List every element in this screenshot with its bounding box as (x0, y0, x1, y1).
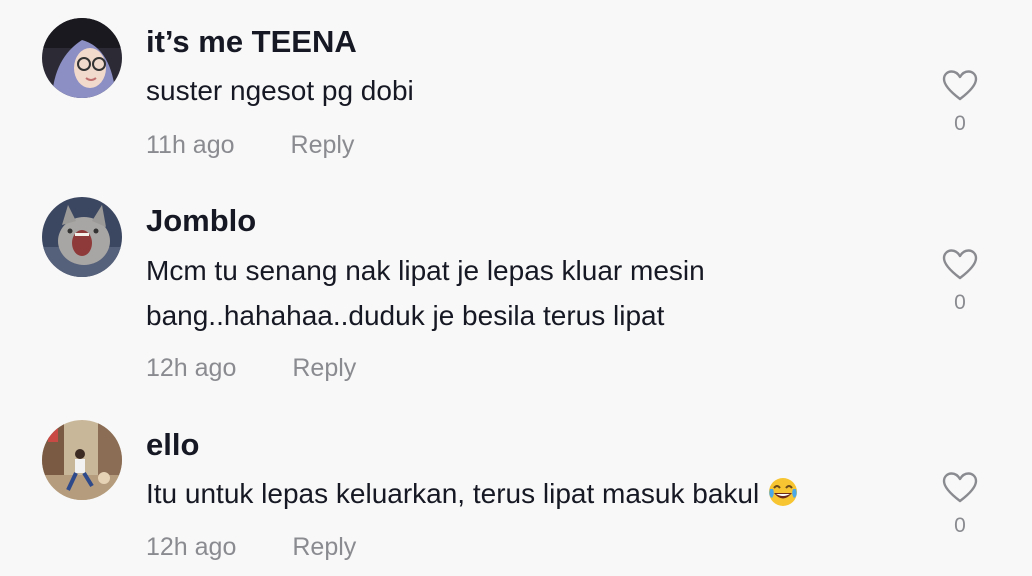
like-count: 0 (954, 112, 966, 135)
reply-button[interactable]: Reply (291, 131, 355, 160)
like-count: 0 (954, 291, 966, 314)
avatar[interactable] (42, 197, 122, 277)
avatar[interactable] (42, 18, 122, 98)
avatar-dancer-icon (42, 420, 122, 500)
comment-text-line: Mcm tu senang nak lipat je lepas kluar m… (146, 255, 705, 286)
comment-text: Mcm tu senang nak lipat je lepas kluar m… (146, 248, 705, 338)
avatar-cat-icon (42, 197, 122, 277)
comment-username[interactable]: it’s me TEENA (146, 24, 357, 60)
heart-icon (942, 70, 978, 101)
comment-text-content: Itu untuk lepas keluarkan, terus lipat m… (146, 478, 760, 509)
heart-icon (942, 249, 978, 280)
comment-username[interactable]: Jomblo (146, 203, 256, 239)
reply-button[interactable]: Reply (292, 354, 356, 383)
heart-icon (942, 472, 978, 503)
like-button[interactable]: 0 (938, 249, 982, 315)
comment-timestamp: 11h ago (146, 131, 235, 159)
comment-meta: 12h ago Reply (146, 354, 356, 383)
comment-text: Itu untuk lepas keluarkan, terus lipat m… (146, 471, 799, 521)
avatar-girl-hijab-icon (42, 18, 122, 98)
comment-meta: 12h ago Reply (146, 533, 356, 562)
laughing-emoji-icon (769, 478, 798, 506)
comment-text-line: Itu untuk lepas keluarkan, terus lipat m… (146, 471, 799, 521)
comment-username[interactable]: ello (146, 427, 199, 463)
comment-text-line: bang..hahahaa..duduk je besila terus lip… (146, 300, 665, 331)
comment-timestamp: 12h ago (146, 354, 237, 382)
reply-button[interactable]: Reply (292, 533, 356, 562)
comment-timestamp: 12h ago (146, 533, 237, 561)
avatar[interactable] (42, 420, 122, 500)
tears-of-joy-emoji-icon (767, 476, 799, 521)
like-button[interactable]: 0 (938, 472, 982, 538)
comment-text: suster ngesot pg dobi (146, 68, 414, 113)
comment-meta: 11h ago Reply (146, 131, 354, 160)
comment-text-line: suster ngesot pg dobi (146, 75, 414, 106)
like-button[interactable]: 0 (938, 70, 982, 136)
like-count: 0 (954, 514, 966, 537)
